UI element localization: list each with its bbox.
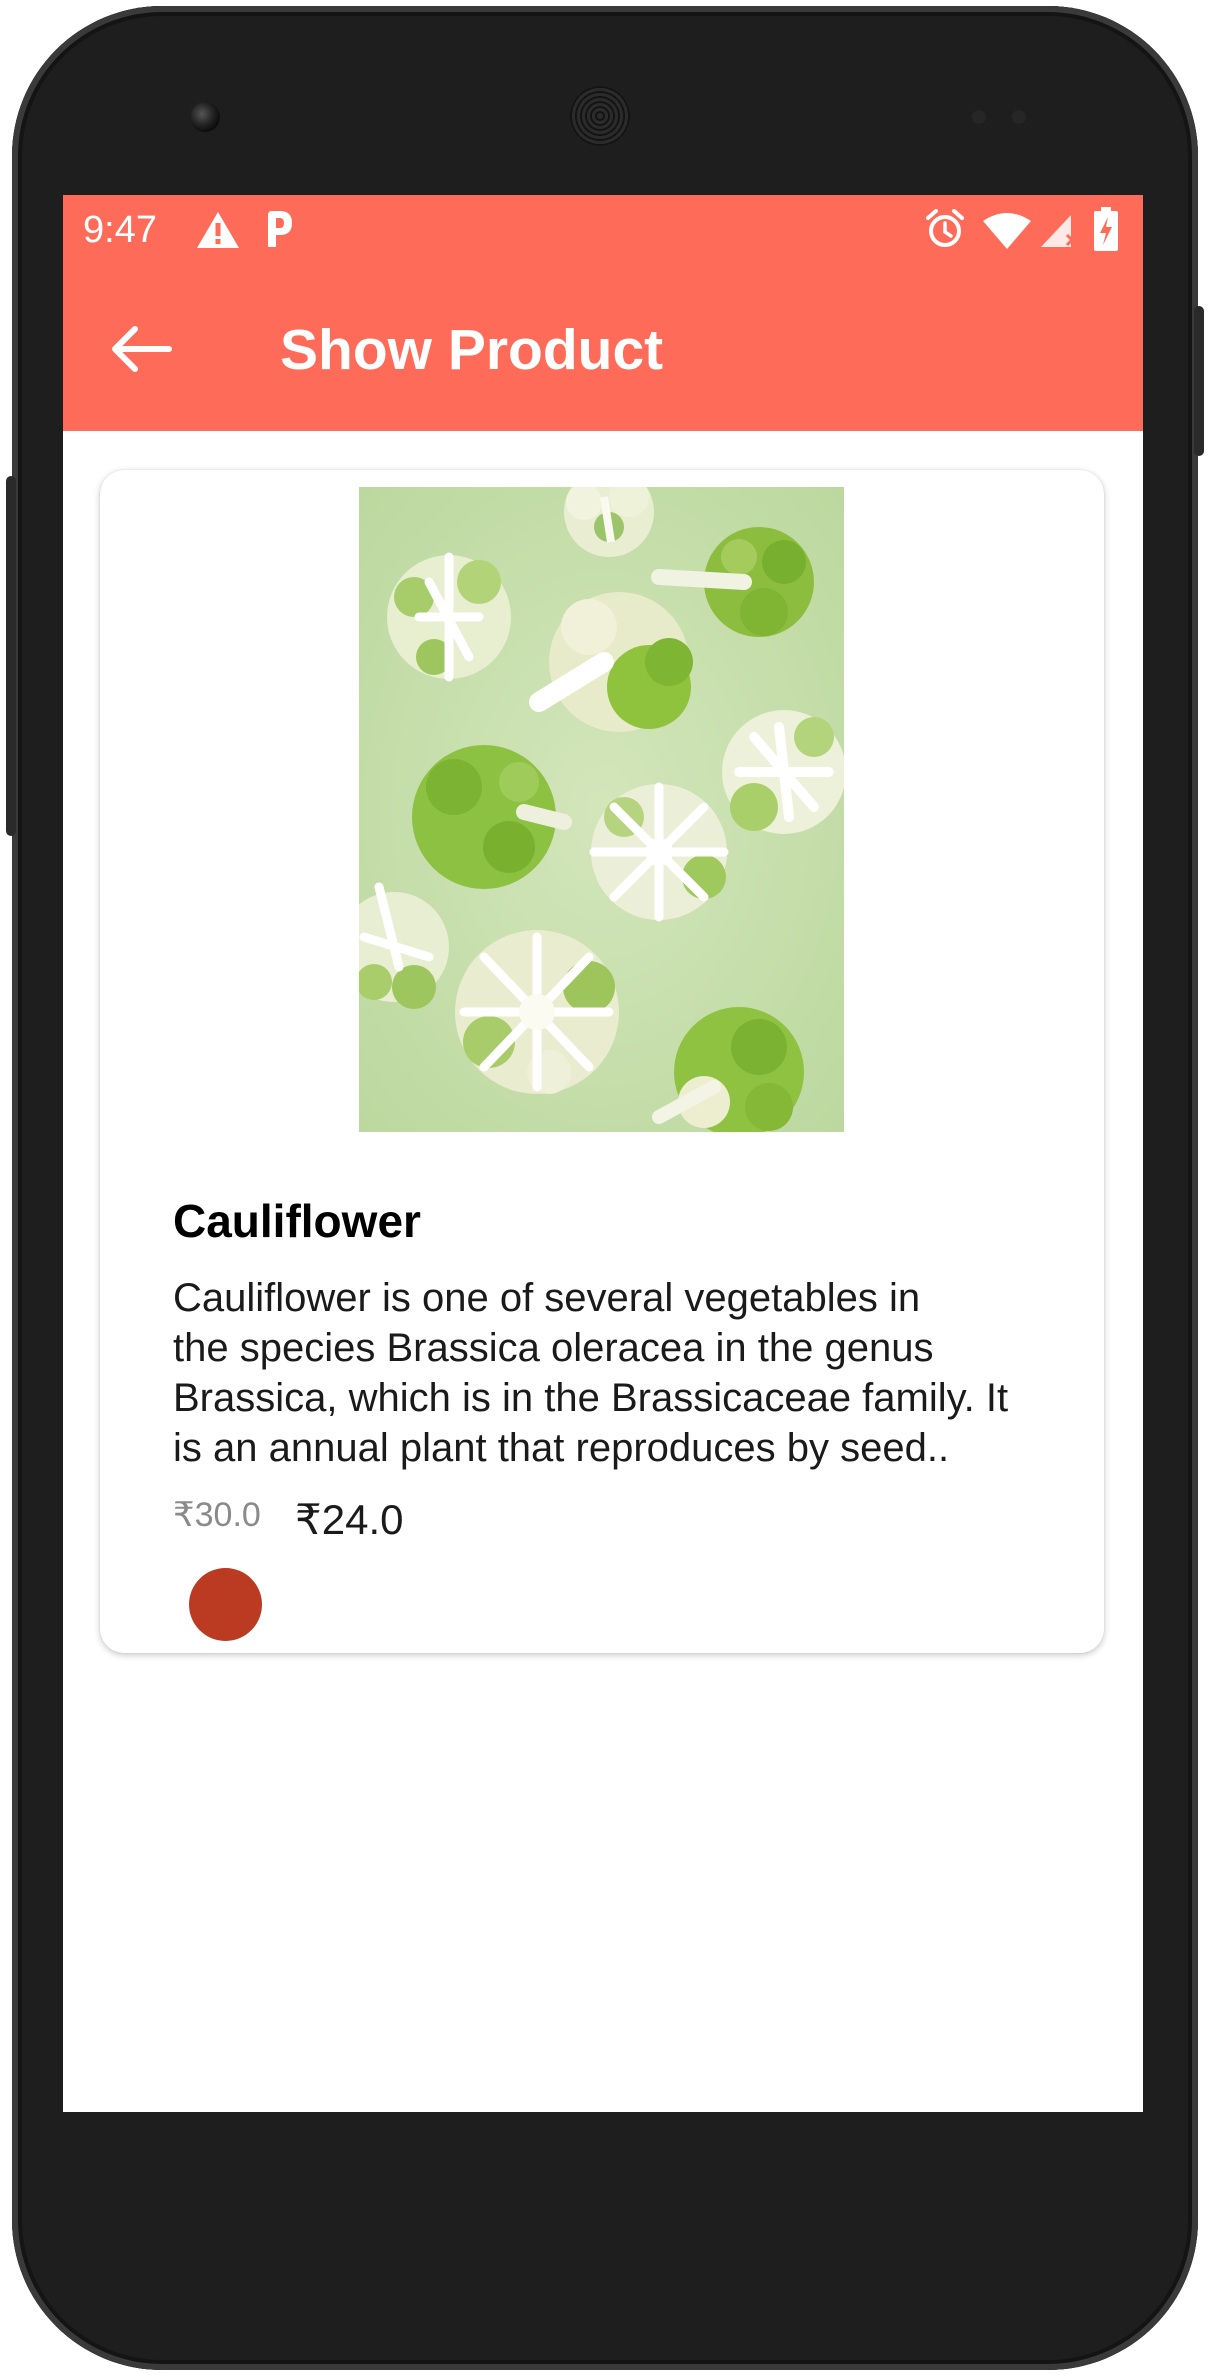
proximity-sensor-icon (972, 110, 986, 124)
alarm-clock-icon (926, 209, 964, 247)
product-description: Cauliflower is one of several vegetables… (173, 1276, 1009, 1470)
sale-price: ₹24.0 (295, 1496, 404, 1543)
phone-side-button (6, 476, 16, 836)
status-bar: 9:47 (63, 195, 1143, 265)
original-price: ₹30.0 (173, 1496, 261, 1534)
parking-icon (268, 211, 292, 247)
battery-charging-icon (1094, 207, 1118, 251)
product-image (359, 487, 844, 1132)
back-button[interactable] (111, 325, 173, 373)
cell-signal-icon (1041, 215, 1079, 247)
front-camera-icon (190, 102, 220, 132)
color-swatch[interactable] (189, 1568, 262, 1641)
product-card: Cauliflower Cauliflower is one of severa… (100, 470, 1104, 1653)
light-sensor-icon (1012, 110, 1026, 124)
cauliflower-photo (359, 487, 844, 1132)
warning-icon (197, 212, 239, 248)
wifi-icon (983, 213, 1031, 249)
arrow-back-icon (112, 326, 172, 372)
page-title: Show Product (280, 318, 664, 382)
app-screen: 9:47 Show Product Cauliflower Cauliflowe… (63, 195, 1143, 2112)
status-time: 9:47 (83, 209, 157, 251)
product-name: Cauliflower (173, 1195, 421, 1247)
phone-side-button (1194, 306, 1204, 456)
earpiece-speaker-icon (570, 86, 630, 146)
app-bar: Show Product (63, 265, 1143, 431)
